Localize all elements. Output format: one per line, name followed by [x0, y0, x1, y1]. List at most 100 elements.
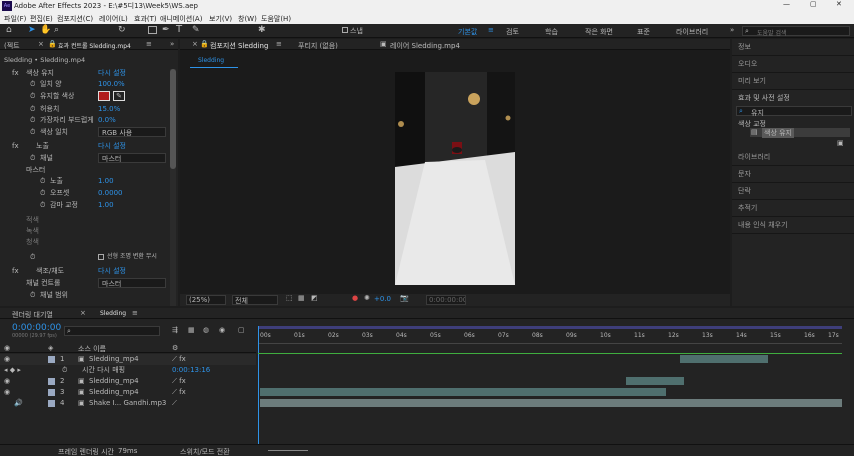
effects-search-field[interactable]: ⌕ 유지	[736, 106, 852, 117]
layer-name[interactable]: Sledding_mp4	[89, 376, 139, 387]
resolution-dropdown[interactable]: 전체	[232, 295, 278, 305]
exposure-icon[interactable]: ✺	[364, 294, 370, 302]
eye-icon[interactable]: ◉	[4, 354, 10, 365]
preview-panel-item[interactable]: 미리 보기	[732, 73, 854, 90]
stopwatch-icon[interactable]: ⏱	[30, 115, 35, 125]
info-panel-item[interactable]: 정보	[732, 39, 854, 56]
comp-time-display[interactable]: 0:00:00:00	[426, 295, 466, 305]
tab-composition[interactable]: 컴포지션 Sledding	[210, 41, 268, 51]
tab-project[interactable]: (젝트	[4, 41, 20, 51]
match-colors-dropdown[interactable]: RGB 사용	[98, 127, 166, 137]
workspace-default[interactable]: 기본값	[458, 27, 477, 37]
video-preview[interactable]	[395, 72, 515, 285]
stopwatch-icon[interactable]: ⏱	[40, 200, 45, 210]
tab-render-queue[interactable]: 렌더링 대기열	[12, 310, 53, 320]
workspace-libraries[interactable]: 라이브러리	[676, 27, 708, 37]
menu-window[interactable]: 창(W)	[238, 14, 257, 24]
stopwatch-icon[interactable]: ⏱	[30, 79, 35, 89]
help-search-field[interactable]: ⌕ 도움말 검색	[742, 26, 850, 37]
layer-name[interactable]: Shake I... Gandhi.mp3	[89, 398, 166, 409]
hand-tool-icon[interactable]: ✋	[40, 25, 51, 35]
audio-panel-item[interactable]: 오디오	[732, 56, 854, 73]
effects-scrollbar[interactable]	[170, 69, 176, 306]
eye-icon[interactable]: ◉	[4, 387, 10, 398]
stopwatch-icon[interactable]: ⏱	[30, 127, 35, 137]
tracker-panel-item[interactable]: 추적기	[732, 200, 854, 217]
scrollbar-thumb[interactable]	[170, 69, 176, 169]
stopwatch-icon[interactable]: ⏱	[30, 104, 35, 114]
stopwatch-icon[interactable]: ⏱	[30, 252, 35, 262]
panel-more-icon[interactable]: »	[170, 40, 174, 48]
brush-tool-icon[interactable]: ✎	[192, 25, 200, 35]
channel-icon[interactable]: ●	[352, 294, 358, 302]
stopwatch-icon[interactable]: ⏱	[30, 153, 35, 163]
panel-menu-icon[interactable]: ≡	[276, 40, 282, 48]
toggle-switches-modes[interactable]: 스위치/모드 전환	[180, 447, 230, 456]
home-icon[interactable]: ⌂	[6, 25, 12, 35]
quality-switch-icon[interactable]: ⟋	[172, 398, 177, 409]
eyedropper-icon[interactable]: ✎	[113, 91, 125, 101]
property-value[interactable]: 0.0000	[98, 188, 123, 198]
layer-2-bar[interactable]	[626, 377, 684, 385]
work-area-bar[interactable]	[258, 326, 842, 329]
layer-name[interactable]: Sledding_mp4	[89, 387, 139, 398]
character-panel-item[interactable]: 문자	[732, 166, 854, 183]
rectangle-tool-icon[interactable]	[148, 26, 157, 34]
lock-icon[interactable]: 🔒	[48, 40, 57, 48]
stopwatch-icon[interactable]: ⏱	[30, 91, 35, 101]
label-color-swatch[interactable]	[48, 400, 55, 407]
menu-effect[interactable]: 효과(T)	[134, 14, 157, 24]
minimize-icon[interactable]: —	[783, 0, 790, 8]
channel-control-dropdown[interactable]: 마스터	[98, 278, 166, 288]
tab-timeline-comp[interactable]: Sledding	[100, 310, 126, 317]
comp-subtab[interactable]: Sledding	[198, 57, 224, 64]
property-value[interactable]: 15.0%	[98, 104, 120, 114]
transparency-grid-icon[interactable]: ▦	[298, 294, 305, 302]
reset-link[interactable]: 다시 설정	[98, 266, 126, 276]
layer-3-bar[interactable]	[260, 388, 666, 396]
playhead[interactable]	[258, 326, 259, 456]
region-icon[interactable]: ⬚	[286, 294, 293, 302]
camera-icon[interactable]: 📷	[400, 294, 409, 302]
fx-switch-icon[interactable]: ⟋ fx	[172, 354, 186, 365]
exposure-value[interactable]: +0.0	[374, 295, 391, 303]
tree-child[interactable]: ▤ 색상 유지	[750, 128, 850, 138]
layer-4-bar[interactable]	[260, 399, 842, 407]
keyframe-nav-icon[interactable]: ◂ ◆ ▸	[4, 365, 21, 376]
stopwatch-icon[interactable]: ⏱	[40, 188, 45, 198]
motion-blur-icon[interactable]: ◉	[219, 326, 225, 334]
panel-menu-icon[interactable]: ≡	[132, 309, 138, 317]
layer-name[interactable]: Sledding_mp4	[89, 354, 139, 365]
workspace-menu-icon[interactable]: ≡	[488, 26, 494, 34]
stopwatch-icon[interactable]: ⏱	[40, 176, 45, 186]
draft-3d-icon[interactable]: ▦	[188, 326, 195, 334]
menu-view[interactable]: 보기(V)	[209, 14, 232, 24]
mask-icon[interactable]: ◩	[311, 294, 318, 302]
shy-icon[interactable]: ◍	[203, 326, 209, 334]
close-tab-icon[interactable]: ×	[80, 309, 86, 317]
label-color-swatch[interactable]	[48, 389, 55, 396]
label-color-swatch[interactable]	[48, 356, 55, 363]
comp-flowchart-icon[interactable]: ⇶	[172, 326, 178, 334]
color-swatch[interactable]	[98, 91, 110, 101]
current-time[interactable]: 0:00:00:00	[12, 323, 61, 333]
close-icon[interactable]: ✕	[836, 0, 842, 8]
fx-icon[interactable]: fx	[12, 266, 19, 276]
more-workspaces-icon[interactable]: »	[730, 26, 734, 34]
reset-link[interactable]: 다시 설정	[98, 68, 126, 78]
eye-icon[interactable]: ◉	[4, 376, 10, 387]
property-value[interactable]: 0.0%	[98, 115, 116, 125]
property-value[interactable]: 1.00	[98, 176, 114, 186]
time-remap-value[interactable]: 0:00:13:16	[172, 365, 210, 376]
effects-presets-title[interactable]: 효과 및 사전 설정	[738, 93, 790, 103]
layer-row-4[interactable]: 🔊 4 ▣ Shake I... Gandhi.mp3 ⟋	[0, 398, 256, 409]
layer-row-1[interactable]: ◉ 1 ▣ Sledding_mp4 ⟋ fx	[0, 354, 256, 365]
fx-switch-icon[interactable]: ⟋ fx	[172, 376, 186, 387]
property-value[interactable]: 100.0%	[98, 79, 125, 89]
fx-switch-icon[interactable]: ⟋ fx	[172, 387, 186, 398]
zoom-dropdown[interactable]: (25%)	[186, 295, 226, 305]
layer-row-3[interactable]: ◉ 3 ▣ Sledding_mp4 ⟋ fx	[0, 387, 256, 398]
speaker-icon[interactable]: 🔊	[14, 398, 23, 409]
reset-link[interactable]: 다시 설정	[98, 141, 126, 151]
lock-icon[interactable]: 🔒	[200, 40, 209, 48]
